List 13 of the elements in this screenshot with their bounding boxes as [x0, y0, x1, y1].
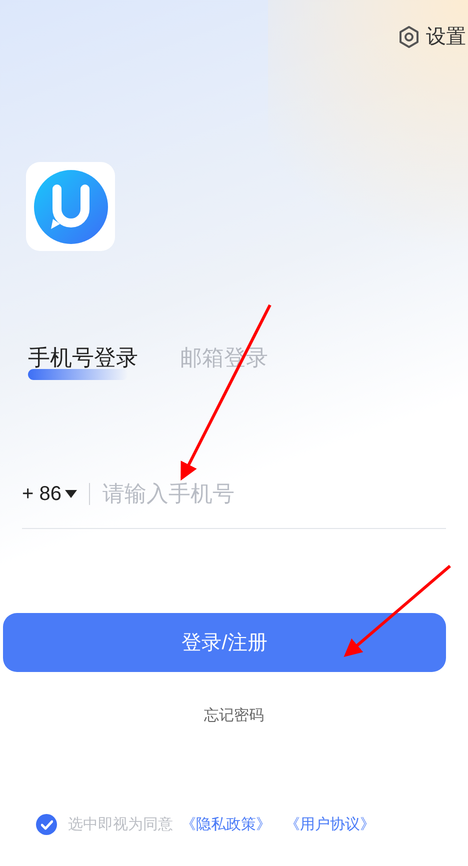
check-icon — [40, 820, 52, 830]
login-tab[interactable]: 手机号登录 — [28, 341, 138, 380]
forgot-password-link[interactable]: 忘记密码 — [204, 705, 264, 728]
dropdown-icon — [65, 490, 78, 498]
country-code-selector[interactable]: + 86 — [22, 478, 78, 508]
phone-input-field[interactable]: 请输入手机号 — [102, 477, 446, 510]
agreement-text: 选中即视为同意 — [68, 814, 173, 834]
settings-icon — [398, 25, 420, 49]
policy-link[interactable]: 《用户协议》 — [285, 814, 375, 836]
agreement-checkbox[interactable] — [36, 814, 57, 836]
policy-link[interactable]: 《隐私政策》 — [181, 814, 271, 836]
settings-button[interactable]: 设置 — [398, 22, 466, 52]
login-button[interactable]: 登录/注册 — [3, 613, 446, 672]
